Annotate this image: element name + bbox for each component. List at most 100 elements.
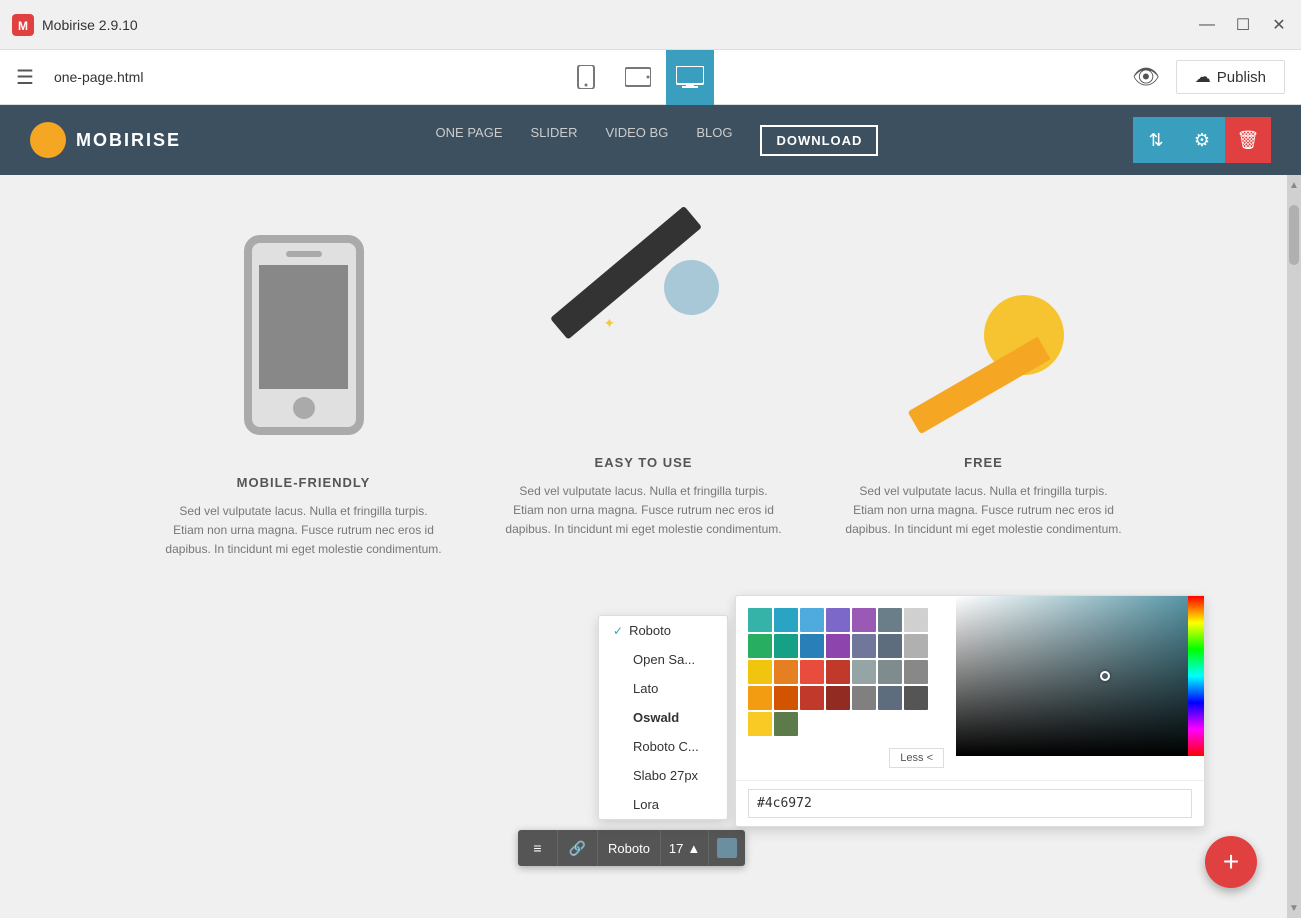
font-name-roboto-c: Roboto C...	[633, 739, 699, 754]
column-easy-to-use: ✦ ✦ ✦ ✦ EASY TO USE Sed vel vulputate la…	[504, 235, 784, 560]
column-mobile-friendly: MOBILE-FRIENDLY Sed vel vulputate lacus.…	[164, 235, 444, 560]
font-option-lora[interactable]: Lora	[599, 790, 727, 819]
swatch-yellow[interactable]	[748, 660, 772, 684]
swatch-green[interactable]	[748, 634, 772, 658]
block-edit-buttons: ⇅ ⚙ 🗑	[1133, 117, 1271, 163]
font-name-lato: Lato	[633, 681, 658, 696]
swatch-gray-blue[interactable]	[852, 660, 876, 684]
block-move-button[interactable]: ⇅	[1133, 117, 1179, 163]
minimize-button[interactable]: —	[1197, 15, 1217, 35]
column-2-title: EASY TO USE	[595, 455, 693, 470]
swatch-light-gray[interactable]	[904, 608, 928, 632]
swatch-purple-light[interactable]	[826, 608, 850, 632]
swatch-teal[interactable]	[748, 608, 772, 632]
font-option-roboto[interactable]: ✓ Roboto	[599, 616, 727, 645]
color-picker-bottom	[736, 780, 1204, 826]
column-3-title: FREE	[964, 455, 1003, 470]
swatch-crimson[interactable]	[800, 686, 824, 710]
swatch-red-light[interactable]	[800, 660, 824, 684]
swatch-blue-gray[interactable]	[852, 634, 876, 658]
block-settings-button[interactable]: ⚙	[1179, 117, 1225, 163]
block-delete-button[interactable]: 🗑	[1225, 117, 1271, 163]
phone-image	[204, 235, 404, 455]
font-option-roboto-condensed[interactable]: Roboto C...	[599, 732, 727, 761]
scroll-thumb[interactable]	[1289, 205, 1299, 265]
nav-link-one-page[interactable]: ONE PAGE	[436, 125, 503, 156]
font-size-selector[interactable]: 17 ▲	[661, 830, 709, 866]
align-button[interactable]: ≡	[518, 830, 558, 866]
font-option-lato[interactable]: Lato	[599, 674, 727, 703]
main-canvas-area: MOBILE-FRIENDLY Sed vel vulputate lacus.…	[0, 175, 1301, 918]
svg-text:M: M	[18, 19, 28, 33]
desktop-view-button[interactable]	[666, 50, 714, 105]
maximize-button[interactable]: ☐	[1233, 15, 1253, 35]
mobile-view-button[interactable]	[562, 50, 610, 105]
swatch-slate[interactable]	[878, 608, 902, 632]
swatch-steel[interactable]	[878, 686, 902, 710]
canvas: MOBILE-FRIENDLY Sed vel vulputate lacus.…	[0, 175, 1287, 918]
wand-image: ✦ ✦ ✦ ✦	[544, 235, 744, 435]
title-bar: M Mobirise 2.9.10 — ☐ ✕	[0, 0, 1301, 50]
swatch-dark-red[interactable]	[826, 686, 850, 710]
color-hex-input[interactable]	[748, 789, 1192, 818]
close-button[interactable]: ✕	[1269, 15, 1289, 35]
font-option-open-sans[interactable]: Open Sa...	[599, 645, 727, 674]
pencil-image	[884, 235, 1084, 435]
swatch-charcoal[interactable]	[904, 686, 928, 710]
font-name-selector[interactable]: Roboto	[598, 830, 661, 866]
gradient-picker[interactable]	[956, 596, 1204, 756]
hue-strip[interactable]	[1188, 596, 1204, 756]
app-title: Mobirise 2.9.10	[42, 17, 1189, 33]
swatch-amber[interactable]	[748, 686, 772, 710]
swatch-gray-mid2[interactable]	[904, 660, 928, 684]
swatch-sky[interactable]	[800, 608, 824, 632]
vertical-scrollbar: ▲ ▼	[1287, 175, 1301, 918]
swatch-red[interactable]	[826, 660, 850, 684]
nav-link-blog[interactable]: BLOG	[696, 125, 732, 156]
font-option-oswald[interactable]: Oswald	[599, 703, 727, 732]
filename-label: one-page.html	[54, 69, 144, 85]
font-dropdown[interactable]: ✓ Roboto Open Sa... Lato Oswald Roboto C…	[598, 615, 728, 820]
swatch-dark-slate[interactable]	[878, 634, 902, 658]
logo-text: MOBIRISE	[76, 130, 181, 151]
swatch-orange-light[interactable]	[774, 660, 798, 684]
nav-download-button[interactable]: DOWNLOAD	[760, 125, 878, 156]
nav-link-slider[interactable]: SLIDER	[531, 125, 578, 156]
swatch-olive[interactable]	[774, 712, 798, 736]
column-2-text: Sed vel vulputate lacus. Nulla et fringi…	[504, 482, 784, 540]
swatch-gray-dark[interactable]	[878, 660, 902, 684]
swatch-violet[interactable]	[826, 634, 850, 658]
scroll-down-button[interactable]: ▼	[1287, 898, 1301, 918]
publish-cloud-icon: ☁	[1195, 67, 1211, 87]
less-button[interactable]: Less <	[889, 748, 944, 768]
gradient-darkness-layer	[956, 596, 1204, 756]
wand-tip	[664, 260, 719, 315]
swatch-blue-light[interactable]	[774, 608, 798, 632]
logo-circle	[30, 122, 66, 158]
font-name-opensans: Open Sa...	[633, 652, 695, 667]
swatch-purple[interactable]	[852, 608, 876, 632]
swatch-green-dark[interactable]	[774, 634, 798, 658]
tablet-view-button[interactable]	[614, 50, 662, 105]
font-color-swatch[interactable]	[717, 838, 737, 858]
font-name-slabo: Slabo 27px	[633, 768, 698, 783]
font-size-arrow: ▲	[687, 841, 700, 856]
column-free: FREE Sed vel vulputate lacus. Nulla et f…	[844, 235, 1124, 560]
publish-button[interactable]: ☁ Publish	[1176, 60, 1285, 94]
font-option-slabo[interactable]: Slabo 27px	[599, 761, 727, 790]
main-toolbar: ☰ one-page.html 👁 ☁ Publish	[0, 50, 1301, 105]
swatch-rust[interactable]	[774, 686, 798, 710]
nav-link-video-bg[interactable]: VIDEO BG	[605, 125, 668, 156]
link-button[interactable]: 🔗	[558, 830, 598, 866]
site-nav-links: ONE PAGE SLIDER VIDEO BG BLOG DOWNLOAD	[436, 125, 879, 156]
swatch-mid-gray[interactable]	[904, 634, 928, 658]
menu-icon[interactable]: ☰	[16, 65, 34, 90]
preview-button[interactable]: 👁	[1132, 64, 1160, 90]
sparkle-icon-4: ✦	[604, 315, 616, 332]
swatch-gray[interactable]	[852, 686, 876, 710]
column-1-title: MOBILE-FRIENDLY	[237, 475, 371, 490]
swatch-blue[interactable]	[800, 634, 824, 658]
swatch-gold[interactable]	[748, 712, 772, 736]
scroll-up-button[interactable]: ▲	[1287, 175, 1301, 195]
add-block-button[interactable]: +	[1205, 836, 1257, 888]
